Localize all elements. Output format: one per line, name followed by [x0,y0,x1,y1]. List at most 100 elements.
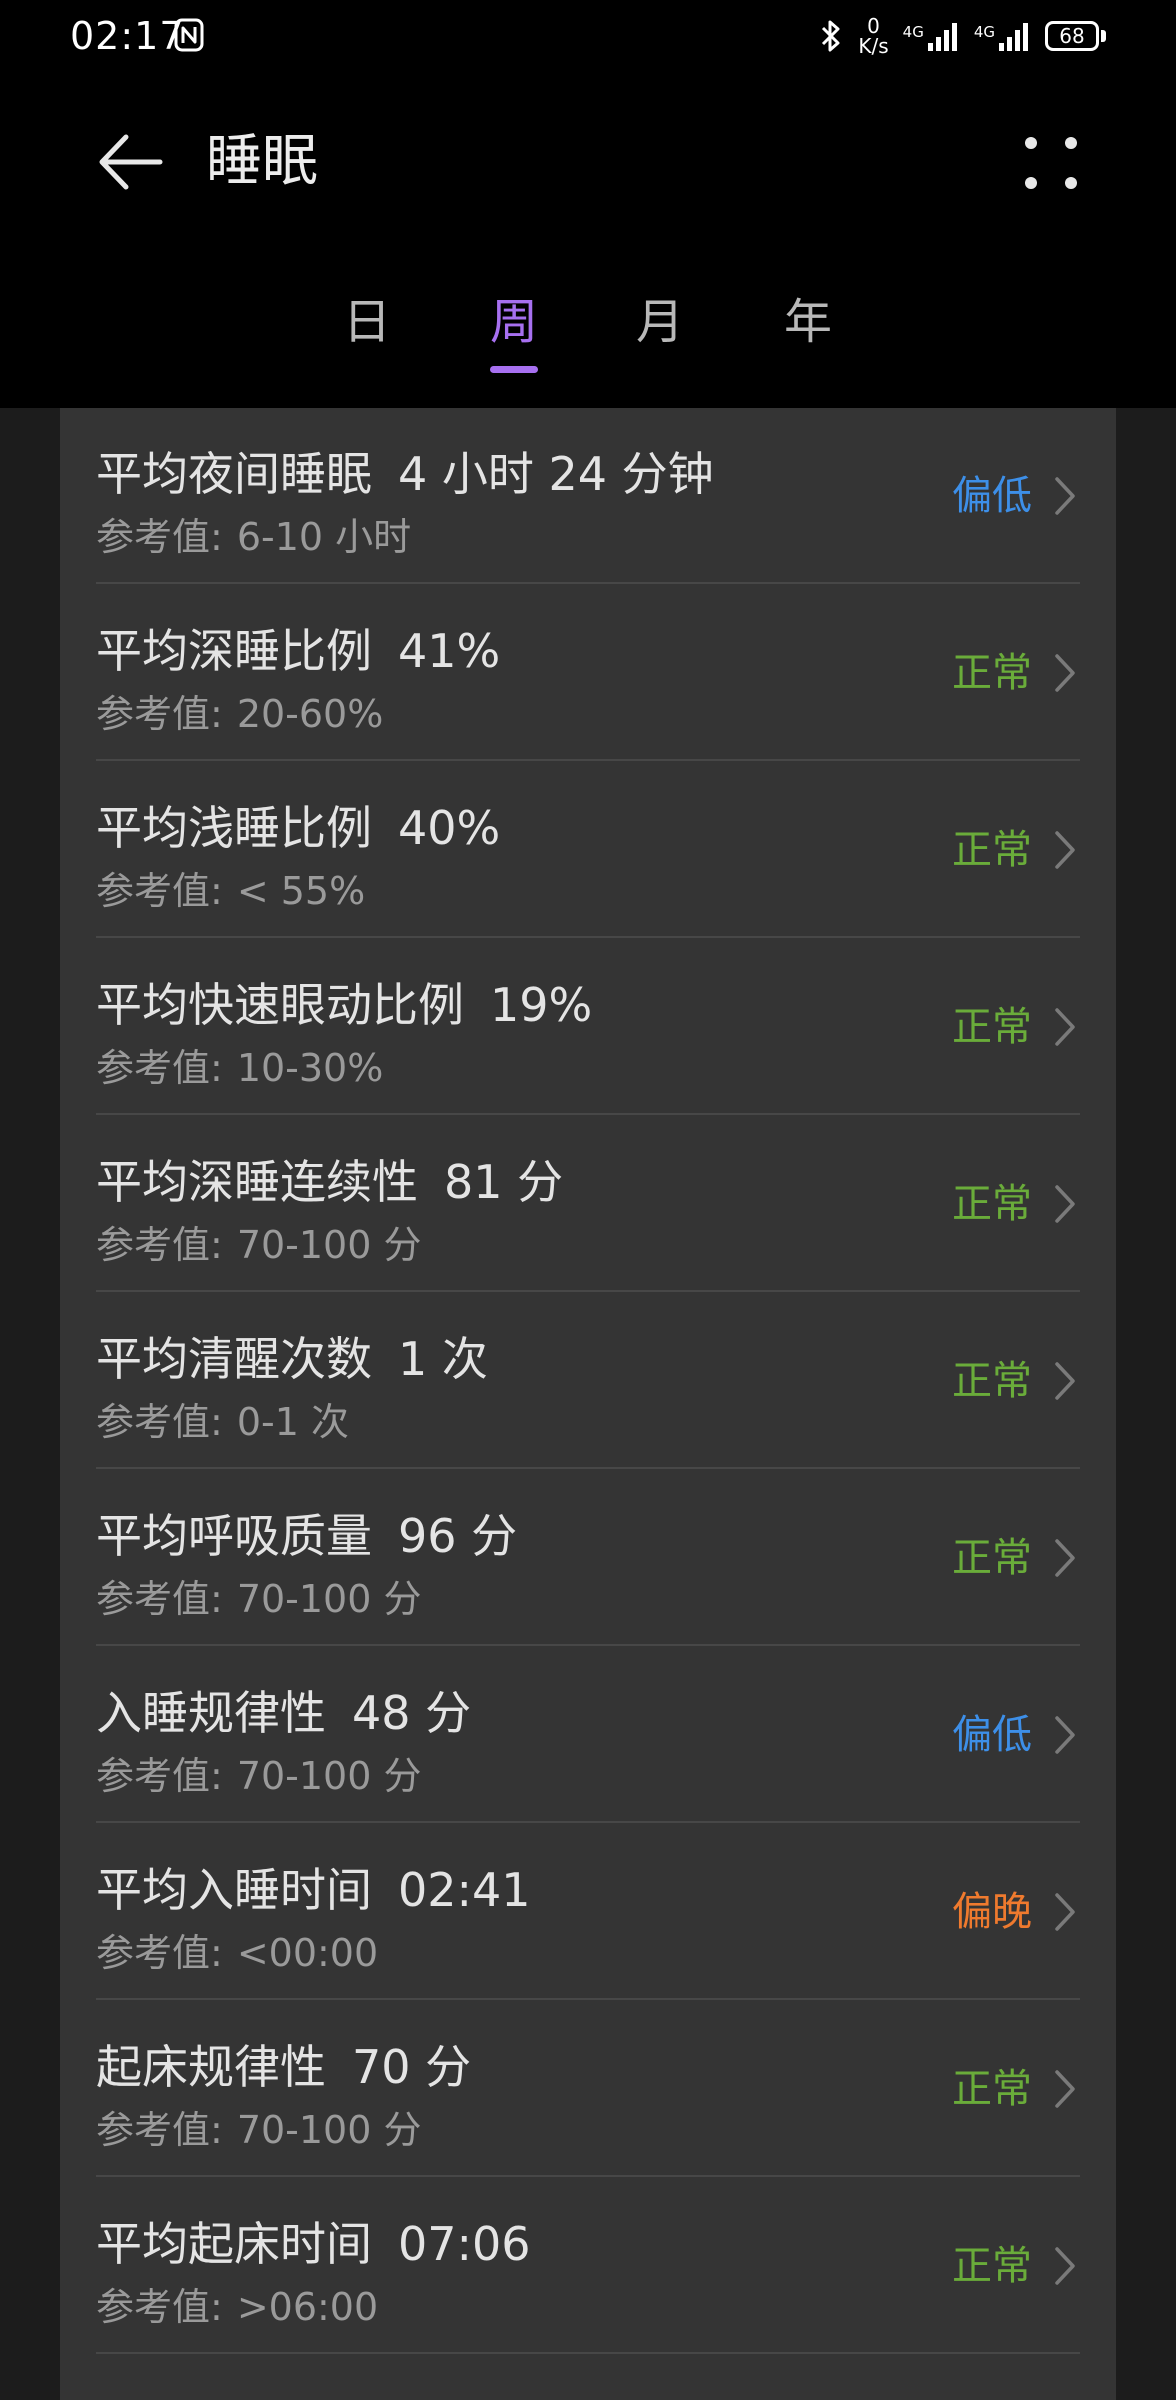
tab-year[interactable]: 年 [748,282,868,362]
reference-label: 参考值: [96,692,223,736]
metric-row[interactable]: 平均深睡连续性 81 分参考值: 70-100 分 正常 [96,1116,1080,1292]
metric-reference: 参考值: 10-30% [96,1043,383,1093]
reference-label: 参考值: [96,1754,223,1798]
metric-reference: 参考值: 70-100 分 [96,1220,422,1270]
metric-reference: 参考值: 20-60% [96,689,383,739]
metric-value: 1 次 [398,1332,488,1386]
metric-row[interactable]: 平均入睡时间 02:41 参考值: <00:00 偏晚 [96,1824,1080,2000]
metric-name: 起床规律性 [96,2040,326,2094]
metric-name: 平均深睡比例 [96,624,372,678]
chevron-right-icon [1055,2070,1075,2108]
more-options-icon[interactable] [1018,130,1084,196]
signal-group-2: 4G [974,21,1031,51]
active-tab-indicator [490,366,538,373]
metric-name: 平均夜间睡眠 [96,447,372,501]
metric-status-badge: 正常 [952,827,1032,873]
reference-label: 参考值: [96,869,223,913]
battery-icon: 68 [1045,21,1099,51]
reference-label: 参考值: [96,1046,223,1090]
metric-status-badge: 偏低 [952,473,1032,519]
chevron-right-icon [1055,654,1075,692]
reference-label: 参考值: [96,515,223,559]
tab-day[interactable]: 日 [307,282,427,362]
metric-value: 40% [398,801,501,855]
metric-value: 48 分 [352,1686,472,1740]
tab-year-label: 年 [783,294,832,350]
tab-day-label: 日 [342,294,391,350]
metric-row[interactable]: 平均清醒次数 1 次参考值: 0-1 次 正常 [96,1293,1080,1469]
reference-value: 70-100 分 [236,2108,422,2152]
metric-name: 平均呼吸质量 [96,1509,372,1563]
reference-value: 70-100 分 [236,1223,422,1267]
back-arrow-icon[interactable] [92,122,172,202]
reference-value: <00:00 [236,1931,379,1975]
metric-value: 96 分 [398,1509,518,1563]
metric-value: 81 分 [444,1155,564,1209]
metric-title: 平均快速眼动比例 19% [96,975,592,1035]
metric-row[interactable]: 平均深睡比例 41% 参考值: 20-60% 正常 [96,585,1080,761]
metric-title: 平均夜间睡眠 4 小时 24 分钟 [96,444,714,504]
reference-label: 参考值: [96,2108,223,2152]
chevron-right-icon [1055,1008,1075,1046]
metric-row[interactable]: 平均起床时间 07:06 参考值: >06:00 正常 [96,2178,1080,2354]
chevron-right-icon [1055,1185,1075,1223]
cellular-signal-icon [999,23,1028,51]
reference-value: < 55% [236,869,366,913]
metric-name: 平均入睡时间 [96,1863,372,1917]
network-speed-unit: K/s [858,34,889,58]
metric-status-badge: 正常 [952,1358,1032,1404]
chevron-right-icon [1055,1362,1075,1400]
chevron-right-icon [1055,477,1075,515]
metric-value: 4 小时 24 分钟 [398,447,714,501]
metric-status-badge: 正常 [952,1004,1032,1050]
page-title: 睡眠 [206,129,318,194]
reference-label: 参考值: [96,1931,223,1975]
status-bar: 02:17 0 K/s 4G 4G 68 [0,0,1176,72]
sleep-metrics-card: 平均夜间睡眠 4 小时 24 分钟 参考值: 6-10 小时 偏低 平均深睡比例 41% 参考… [60,408,1116,2400]
metric-reference: 参考值: <00:00 [96,1928,378,1978]
battery-cap [1101,30,1106,42]
tab-month-label: 月 [635,294,684,350]
metric-reference: 参考值: 0-1 次 [96,1397,349,1447]
network-speed-value: 0 [867,14,880,38]
metric-name: 平均清醒次数 [96,1332,372,1386]
metric-name: 入睡规律性 [96,1686,326,1740]
metric-title: 平均起床时间 07:06 [96,2214,531,2274]
metric-value: 41% [398,624,501,678]
signal-group-1: 4G [903,21,960,51]
chevron-right-icon [1055,2247,1075,2285]
metric-name: 平均浅睡比例 [96,801,372,855]
metric-row[interactable]: 平均快速眼动比例 19% 参考值: 10-30% 正常 [96,939,1080,1115]
metric-status-badge: 偏低 [952,1712,1032,1758]
metric-title: 平均深睡连续性 81 分 [96,1152,563,1212]
signal-type-label: 4G [973,23,995,41]
metric-row[interactable]: 平均浅睡比例 40% 参考值: < 55% 正常 [96,762,1080,938]
metric-row[interactable]: 起床规律性 70 分参考值: 70-100 分 正常 [96,2001,1080,2177]
reference-label: 参考值: [96,1223,223,1267]
reference-value: 20-60% [236,692,384,736]
metric-status-badge: 正常 [952,2243,1032,2289]
reference-value: 70-100 分 [236,1754,422,1798]
metric-row[interactable]: 平均夜间睡眠 4 小时 24 分钟 参考值: 6-10 小时 偏低 [96,408,1080,584]
reference-value: >06:00 [236,2285,379,2329]
metric-status-badge: 正常 [952,650,1032,696]
battery-level: 68 [1059,24,1085,48]
tab-week[interactable]: 周 [454,282,574,373]
metric-reference: 参考值: 70-100 分 [96,2105,422,2155]
metric-reference: 参考值: 70-100 分 [96,1574,422,1624]
metric-value: 19% [490,978,593,1032]
signal-type-label: 4G [902,23,924,41]
metric-status-badge: 正常 [952,1181,1032,1227]
tab-month[interactable]: 月 [600,282,720,362]
metric-status-badge: 正常 [952,1535,1032,1581]
metric-row[interactable]: 入睡规律性 48 分参考值: 70-100 分 偏低 [96,1647,1080,1823]
cellular-signal-icon [927,23,957,51]
metric-title: 平均入睡时间 02:41 [96,1860,531,1920]
metric-row[interactable]: 平均呼吸质量 96 分参考值: 70-100 分 正常 [96,1470,1080,1646]
status-icons: 0 K/s 4G 4G 68 [818,12,1106,60]
chevron-right-icon [1055,1893,1075,1931]
metric-title: 平均呼吸质量 96 分 [96,1506,517,1566]
metric-title: 起床规律性 70 分 [96,2037,471,2097]
metric-title: 平均浅睡比例 40% [96,798,500,858]
metric-reference: 参考值: < 55% [96,866,365,916]
